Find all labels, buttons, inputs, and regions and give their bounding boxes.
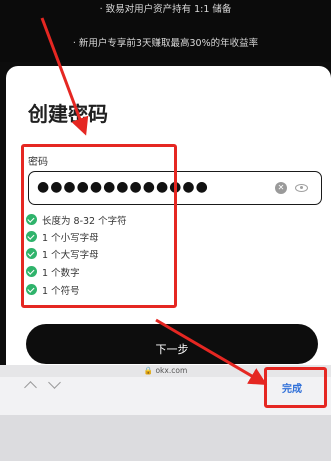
chevron-down-icon[interactable] <box>48 376 61 389</box>
eye-icon[interactable] <box>295 184 308 192</box>
password-masked-value: ●●●●●●●●●●●●● <box>37 179 209 195</box>
password-input[interactable]: ●●●●●●●●●●●●● ✕ <box>28 171 322 205</box>
check-icon <box>26 231 37 242</box>
banner-line-yield: · 新用户专享前3天赚取最高30%的年收益率 <box>72 38 259 49</box>
keyboard-toolbar: 🔒 okx.com 完成 <box>0 365 331 415</box>
requirement-text: 1 个数字 <box>42 268 80 279</box>
requirement-text: 1 个小写字母 <box>42 233 99 244</box>
create-password-sheet: 创建密码 密码 ●●●●●●●●●●●●● ✕ 长度为 8-32 个字符 1 个… <box>6 66 331 366</box>
next-button-label: 下一步 <box>155 343 189 356</box>
check-icon <box>26 248 37 259</box>
clear-icon[interactable]: ✕ <box>275 182 287 194</box>
done-button[interactable]: 完成 <box>282 380 302 395</box>
password-label: 密码 <box>28 157 48 168</box>
domain-text: 🔒 okx.com <box>143 366 188 375</box>
keyboard-area <box>0 415 331 461</box>
banner-line-reserve: · 致易对用户资产持有 1:1 储备 <box>99 4 232 15</box>
domain-bar: 🔒 okx.com <box>0 365 331 377</box>
requirement-text: 1 个大写字母 <box>42 250 99 261</box>
chevron-up-icon[interactable] <box>24 381 37 394</box>
page-title: 创建密码 <box>28 102 108 126</box>
requirement-text: 1 个符号 <box>42 286 80 297</box>
check-icon <box>26 214 37 225</box>
check-icon <box>26 266 37 277</box>
next-button[interactable]: 下一步 <box>26 324 318 364</box>
check-icon <box>26 284 37 295</box>
promo-banner: · 致易对用户资产持有 1:1 储备 · 新用户专享前3天赚取最高30%的年收益… <box>0 0 331 62</box>
requirement-text: 长度为 8-32 个字符 <box>42 216 127 227</box>
